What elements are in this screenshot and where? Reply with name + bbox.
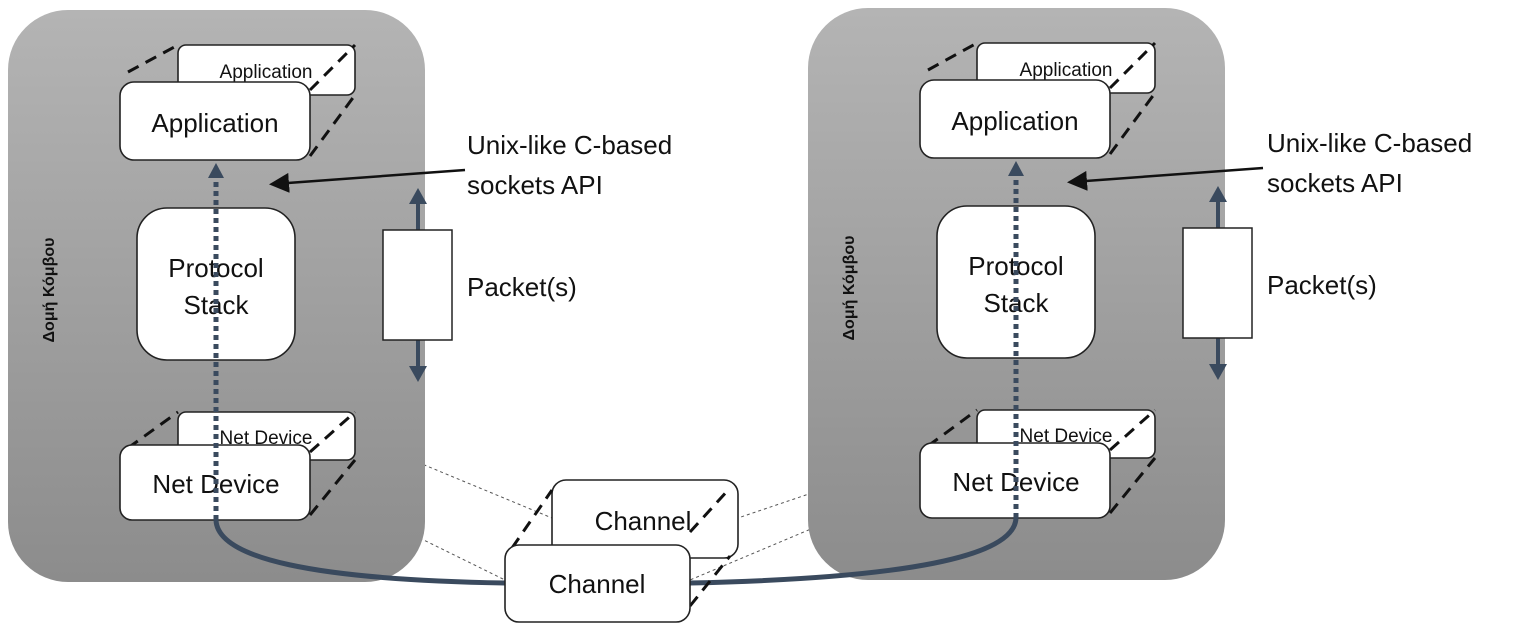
svg-text:Channel: Channel	[549, 569, 646, 599]
packets-label: Packet(s)	[467, 272, 577, 302]
channel-box: Channel	[504, 544, 691, 623]
network-diagram: Δομή Κόμβου Application Application Prot…	[8, 8, 1472, 623]
node-label: Δομή Κόμβου	[41, 238, 58, 343]
svg-text:sockets API: sockets API	[467, 170, 603, 200]
svg-text:Application: Application	[220, 62, 313, 83]
node-right: Δομή Κόμβου Application Application Prot…	[808, 8, 1253, 580]
svg-text:Unix-like C-based: Unix-like C-based	[467, 130, 672, 160]
svg-text:Channel: Channel	[595, 506, 692, 536]
svg-text:Unix-like C-based: Unix-like C-based	[1267, 128, 1472, 158]
svg-text:Application: Application	[151, 108, 278, 138]
node-left: Δομή Κόμβου Application Application Prot…	[8, 10, 453, 582]
node-label: Δομή Κόμβου	[841, 236, 858, 341]
packets-label: Packet(s)	[1267, 270, 1377, 300]
svg-text:Application: Application	[951, 106, 1078, 136]
application-box: Application	[919, 79, 1111, 159]
svg-text:Application: Application	[1020, 60, 1113, 81]
svg-text:sockets API: sockets API	[1267, 168, 1403, 198]
application-box: Application	[119, 81, 311, 161]
